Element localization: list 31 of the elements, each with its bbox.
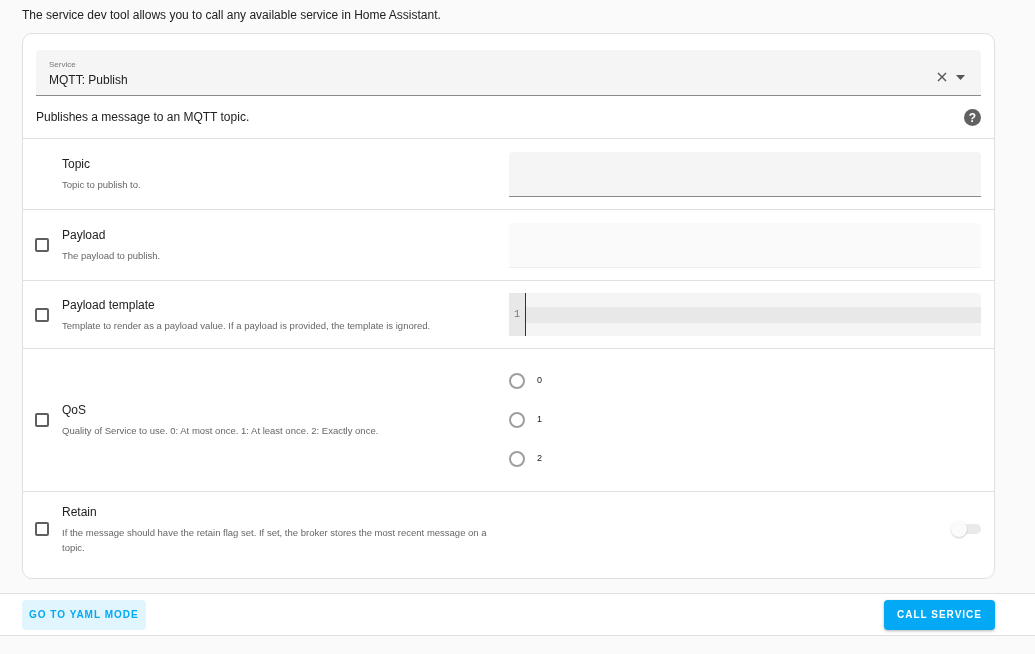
service-select[interactable]: Service MQTT: Publish bbox=[36, 50, 981, 96]
field-name: Retain bbox=[62, 504, 98, 522]
radio-label: 1 bbox=[537, 413, 542, 427]
checkbox[interactable] bbox=[35, 307, 49, 322]
field-name: Payload template bbox=[62, 296, 156, 314]
line-number: 1 bbox=[509, 293, 526, 336]
field-label: Service bbox=[49, 59, 77, 71]
clear-icon[interactable] bbox=[937, 72, 947, 82]
dropdown-caret-icon[interactable] bbox=[956, 74, 965, 80]
field-description: The payload to publish. bbox=[62, 249, 162, 264]
radio-button[interactable] bbox=[509, 451, 525, 467]
field-name: QoS bbox=[62, 402, 87, 420]
call-service-button[interactable]: CALL SERVICE bbox=[884, 599, 995, 630]
checkbox[interactable] bbox=[35, 413, 49, 427]
service-description: Publishes a message to an MQTT topic. bbox=[36, 109, 251, 126]
field-description: Template to render as a payload value. If a payload is provided, the template is ignored. bbox=[62, 318, 432, 333]
field-description: If the message should have the retain flag set. If set, the broker stores the most recent message on a topic. bbox=[62, 526, 488, 555]
radio-button[interactable] bbox=[509, 373, 525, 389]
yaml-mode-button[interactable]: GO TO YAML MODE bbox=[22, 599, 146, 630]
intro-text: The service dev tool allows you to call any available service in Home Assistant. bbox=[22, 8, 441, 22]
help-icon[interactable]: ? bbox=[964, 108, 981, 126]
radio-label: 0 bbox=[537, 374, 542, 388]
field-name: Payload bbox=[62, 227, 107, 245]
selected-value: MQTT: Publish bbox=[49, 72, 129, 89]
radio-button[interactable] bbox=[509, 412, 525, 428]
field-description: Quality of Service to use. 0: At most once. 1: At least once. 2: Exactly once. bbox=[62, 424, 380, 439]
radio-label: 2 bbox=[537, 452, 542, 466]
code-editor[interactable]: 1 bbox=[509, 293, 981, 336]
field-description: Topic to publish to. bbox=[62, 178, 142, 193]
input-field[interactable] bbox=[509, 151, 981, 197]
field-name: Topic bbox=[62, 156, 91, 174]
